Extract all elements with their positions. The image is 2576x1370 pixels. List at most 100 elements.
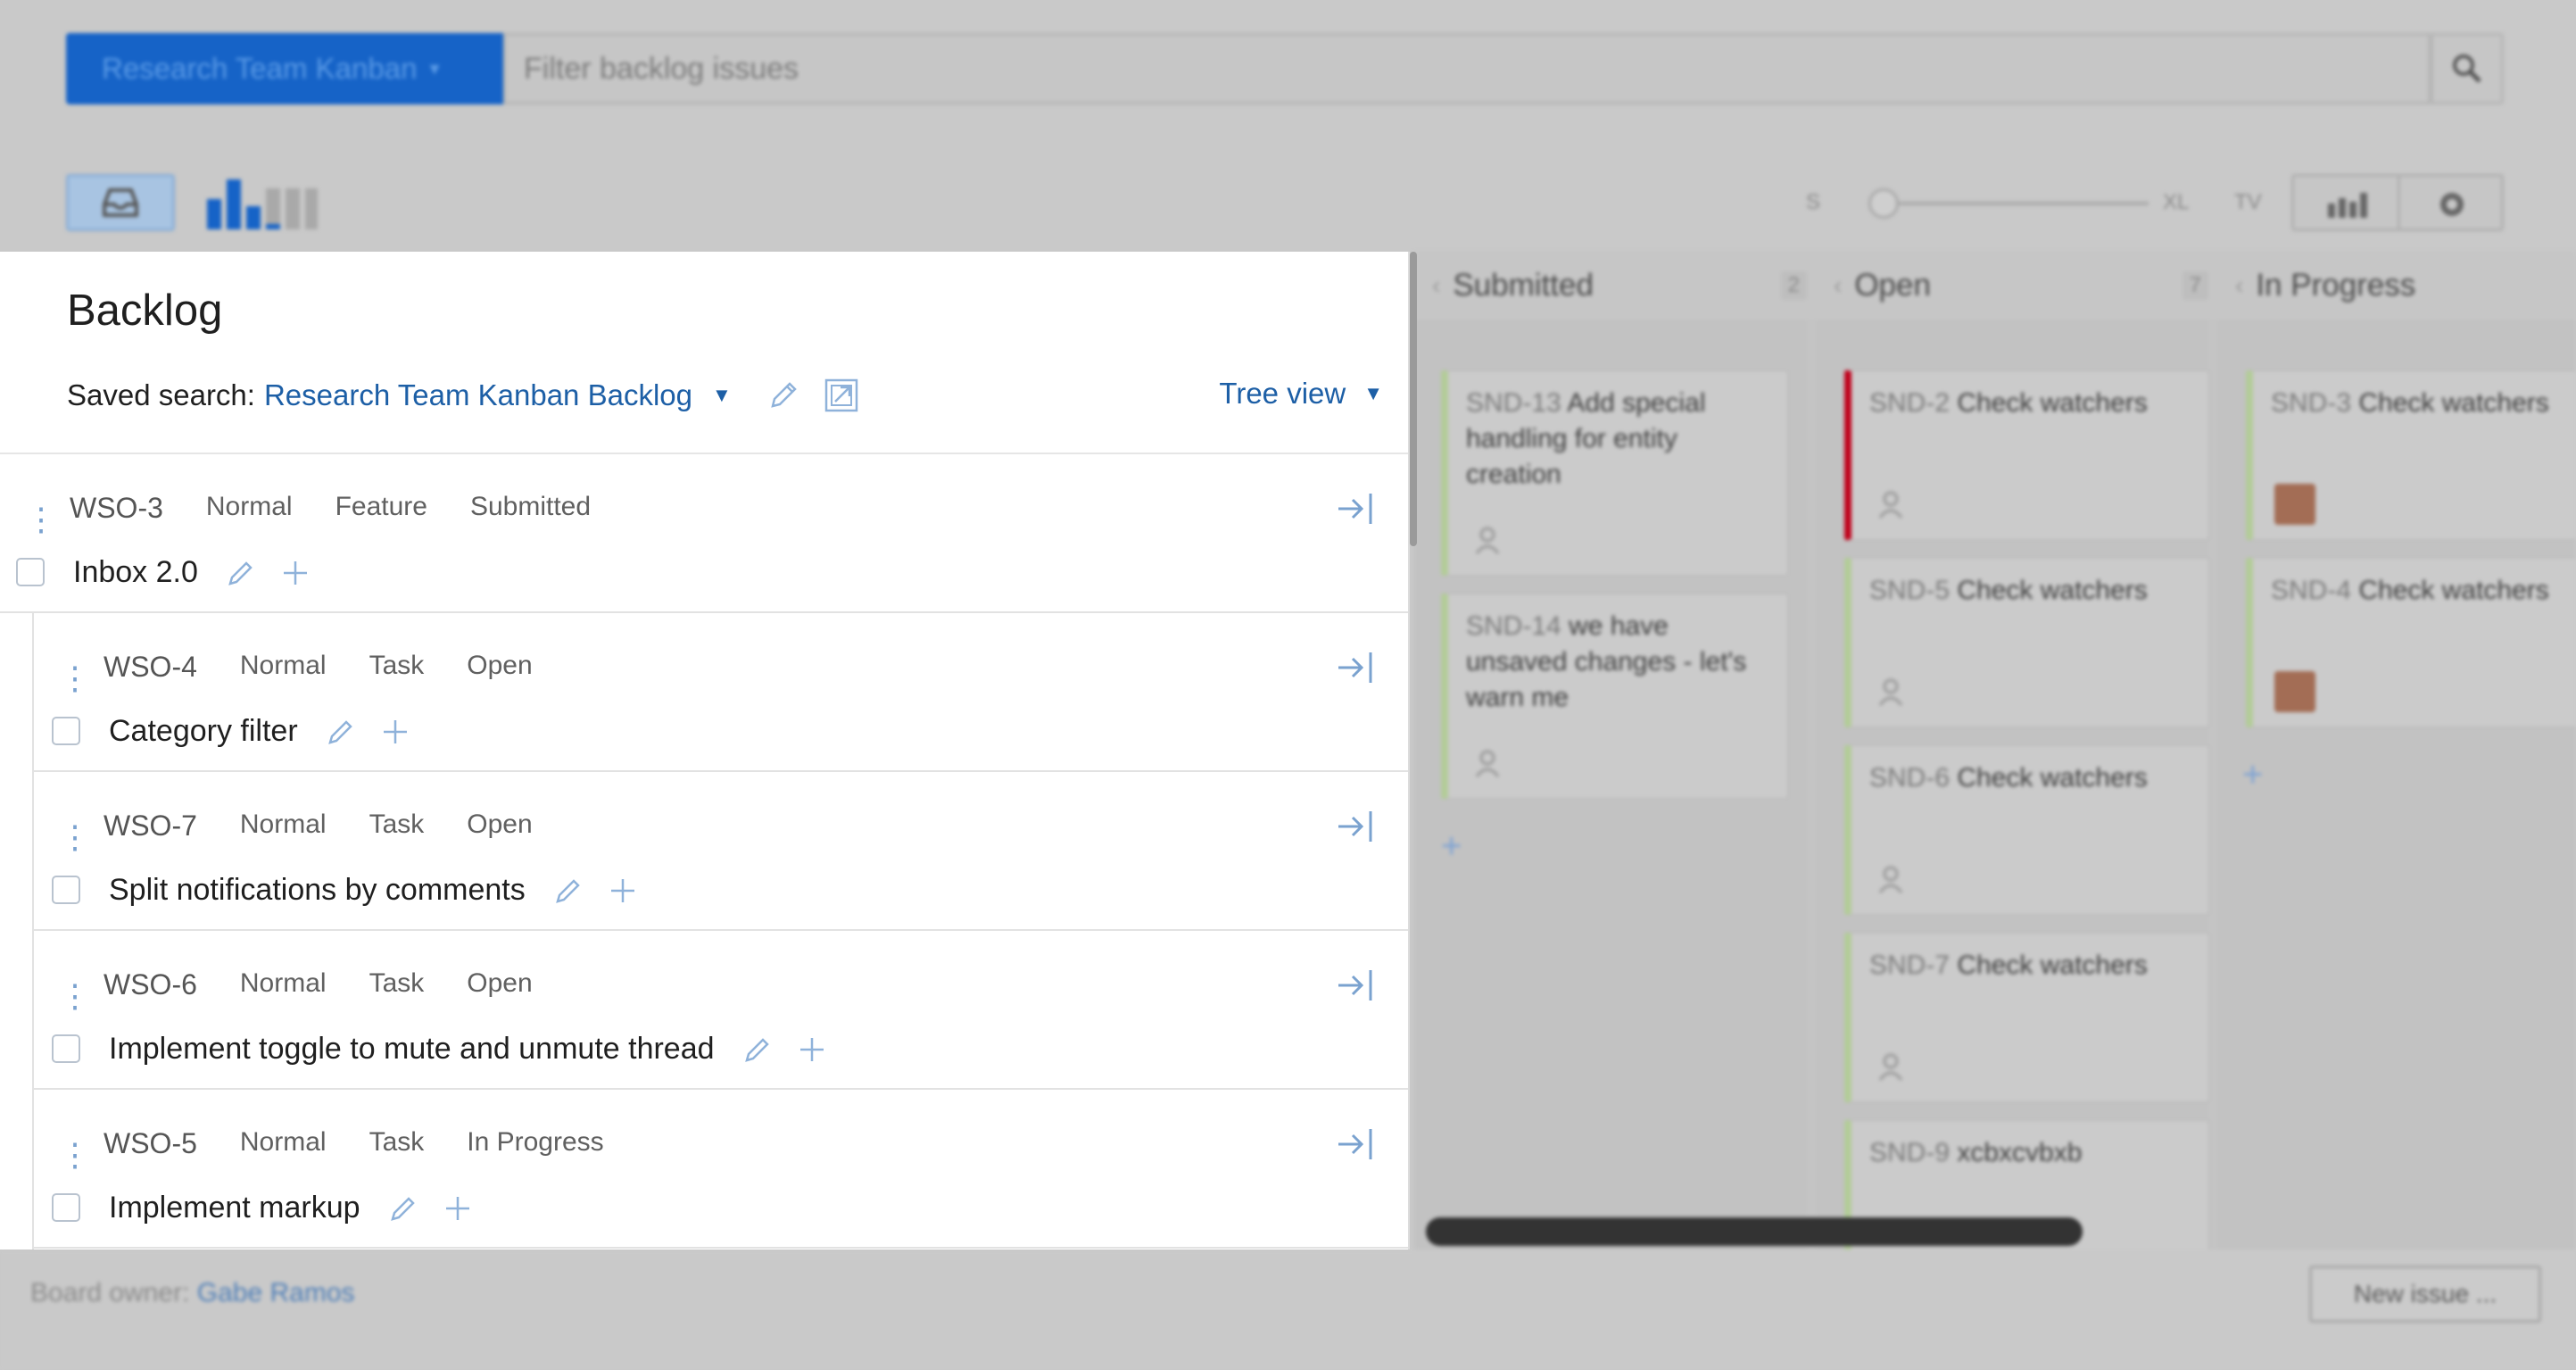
issue-type[interactable]: Feature <box>335 492 427 525</box>
issue-summary-text[interactable]: Implement markup <box>109 1191 360 1225</box>
issue-type[interactable]: Task <box>369 651 425 684</box>
issue-key[interactable]: WSO-4 <box>104 651 197 684</box>
issue-key[interactable]: WSO-7 <box>104 810 197 843</box>
backlog-issue-row[interactable]: ⋮ WSO-6 Normal Task Open Implement toggl… <box>34 931 1408 1090</box>
plus-icon[interactable] <box>608 876 638 906</box>
tree-view-dropdown[interactable]: Tree view ▼ <box>1219 377 1383 411</box>
drag-handle-icon[interactable]: ⋮ <box>59 1136 91 1174</box>
user-icon[interactable] <box>1878 489 1909 519</box>
slider-track[interactable] <box>1881 202 2149 205</box>
new-issue-button[interactable]: New issue ... <box>2309 1266 2541 1323</box>
user-icon[interactable] <box>1878 864 1909 894</box>
chevron-left-icon[interactable]: ‹ <box>1834 271 1842 300</box>
saved-search-label: Saved search: <box>67 378 255 411</box>
issue-priority[interactable]: Normal <box>240 1127 327 1160</box>
issue-state[interactable]: Open <box>467 810 532 843</box>
pencil-icon[interactable] <box>225 557 257 589</box>
board-chart-icon[interactable] <box>207 179 319 229</box>
issue-type[interactable]: Task <box>369 1127 425 1160</box>
horizontal-scrollbar[interactable] <box>1426 1217 2083 1246</box>
board-card[interactable]: SND-7 Check watchers <box>1844 932 2210 1103</box>
column-header-in-progress[interactable]: ‹ In Progress <box>2217 252 2576 320</box>
add-card-plus-icon[interactable]: + <box>1441 826 1462 867</box>
move-to-board-icon[interactable] <box>1335 649 1376 686</box>
pencil-icon[interactable] <box>387 1192 419 1225</box>
user-icon[interactable] <box>1878 677 1909 707</box>
board-card[interactable]: SND-5 Check watchers <box>1844 557 2210 728</box>
avatar[interactable] <box>2274 671 2315 712</box>
issue-checkbox[interactable] <box>52 717 80 745</box>
issue-state[interactable]: Open <box>467 968 532 1001</box>
drag-handle-icon[interactable]: ⋮ <box>59 818 91 856</box>
avatar[interactable] <box>2274 484 2315 525</box>
column-header-submitted[interactable]: ‹ Submitted 2 <box>1414 252 1825 320</box>
issue-checkbox[interactable] <box>52 1034 80 1063</box>
slider-handle[interactable] <box>1868 188 1899 219</box>
board-card[interactable]: SND-14 we have unsaved changes - let's w… <box>1441 593 1789 800</box>
board-card[interactable]: SND-6 Check watchers <box>1844 744 2210 916</box>
move-to-board-icon[interactable] <box>1335 1125 1376 1163</box>
backlog-issue-row[interactable]: ⋮ WSO-3 Normal Feature Submitted Inbox 2… <box>0 454 1408 613</box>
plus-icon[interactable] <box>443 1193 473 1224</box>
pencil-icon[interactable] <box>766 378 801 413</box>
issue-checkbox[interactable] <box>52 876 80 904</box>
open-external-icon[interactable] <box>823 377 860 414</box>
board-card[interactable]: SND-4 Check watchers <box>2246 557 2576 728</box>
drag-handle-icon[interactable]: ⋮ <box>59 977 91 1015</box>
chevron-left-icon[interactable]: ‹ <box>2235 271 2243 300</box>
plus-icon[interactable] <box>797 1034 827 1065</box>
pencil-icon[interactable] <box>325 716 357 748</box>
issue-priority[interactable]: Normal <box>206 492 293 525</box>
gear-icon[interactable] <box>2435 187 2469 221</box>
add-card-plus-icon[interactable]: + <box>2242 755 2263 795</box>
issue-state[interactable]: Open <box>467 651 532 684</box>
drag-handle-icon[interactable]: ⋮ <box>59 660 91 697</box>
move-to-board-icon[interactable] <box>1335 808 1376 845</box>
backlog-issue-row[interactable]: ⋮ WSO-4 Normal Task Open Category filter <box>34 613 1408 772</box>
vertical-scrollbar[interactable] <box>1410 252 1417 546</box>
backlog-issue-row[interactable]: ⋮ WSO-5 Normal Task In Progress Implemen… <box>34 1090 1408 1249</box>
pencil-icon[interactable] <box>741 1034 774 1066</box>
board-selector-button[interactable]: Research Team Kanban ▾ <box>66 33 503 104</box>
card-id: SND-7 <box>1869 951 1951 980</box>
search-button[interactable] <box>2431 33 2504 104</box>
issue-key[interactable]: WSO-5 <box>104 1127 197 1160</box>
issue-state[interactable]: In Progress <box>467 1127 603 1160</box>
saved-search-link[interactable]: Research Team Kanban Backlog <box>264 378 692 412</box>
filter-search-input[interactable]: Filter backlog issues <box>503 33 2431 104</box>
issue-type[interactable]: Task <box>369 810 425 843</box>
chevron-left-icon[interactable]: ‹ <box>1432 271 1440 300</box>
issue-checkbox[interactable] <box>52 1193 80 1222</box>
drag-handle-icon[interactable]: ⋮ <box>25 501 57 538</box>
card-size-slider[interactable]: S XL TV <box>1806 183 2288 222</box>
issue-summary-text[interactable]: Category filter <box>109 714 298 749</box>
issue-summary-text[interactable]: Inbox 2.0 <box>73 555 198 590</box>
issue-checkbox[interactable] <box>16 558 45 586</box>
board-card[interactable]: SND-3 Check watchers <box>2246 369 2576 541</box>
issue-key[interactable]: WSO-6 <box>104 968 197 1001</box>
issue-priority[interactable]: Normal <box>240 968 327 1001</box>
board-owner-link[interactable]: Gabe Ramos <box>197 1278 355 1308</box>
issue-key[interactable]: WSO-3 <box>70 492 163 525</box>
board-card[interactable]: SND-2 Check watchers <box>1844 369 2210 541</box>
plus-icon[interactable] <box>280 558 311 588</box>
pencil-icon[interactable] <box>552 875 584 907</box>
chart-icon[interactable] <box>2326 191 2369 218</box>
chevron-down-icon[interactable]: ▼ <box>712 384 732 407</box>
move-to-board-icon[interactable] <box>1335 490 1376 527</box>
board-card[interactable]: SND-13 Add special handling for entity c… <box>1441 369 1789 577</box>
issue-priority[interactable]: Normal <box>240 651 327 684</box>
backlog-toggle-button[interactable] <box>66 174 175 231</box>
backlog-issue-row[interactable]: ⋮ WSO-7 Normal Task Open Split notificat… <box>34 772 1408 931</box>
issue-summary-text[interactable]: Split notifications by comments <box>109 873 526 908</box>
issue-priority[interactable]: Normal <box>240 810 327 843</box>
issue-state[interactable]: Submitted <box>470 492 591 525</box>
user-icon[interactable] <box>1475 525 1505 555</box>
user-icon[interactable] <box>1475 748 1505 778</box>
user-icon[interactable] <box>1878 1051 1909 1082</box>
column-header-open[interactable]: ‹ Open 7 <box>1816 252 2226 320</box>
issue-type[interactable]: Task <box>369 968 425 1001</box>
issue-summary-text[interactable]: Implement toggle to mute and unmute thre… <box>109 1032 715 1067</box>
plus-icon[interactable] <box>380 717 410 747</box>
move-to-board-icon[interactable] <box>1335 967 1376 1004</box>
